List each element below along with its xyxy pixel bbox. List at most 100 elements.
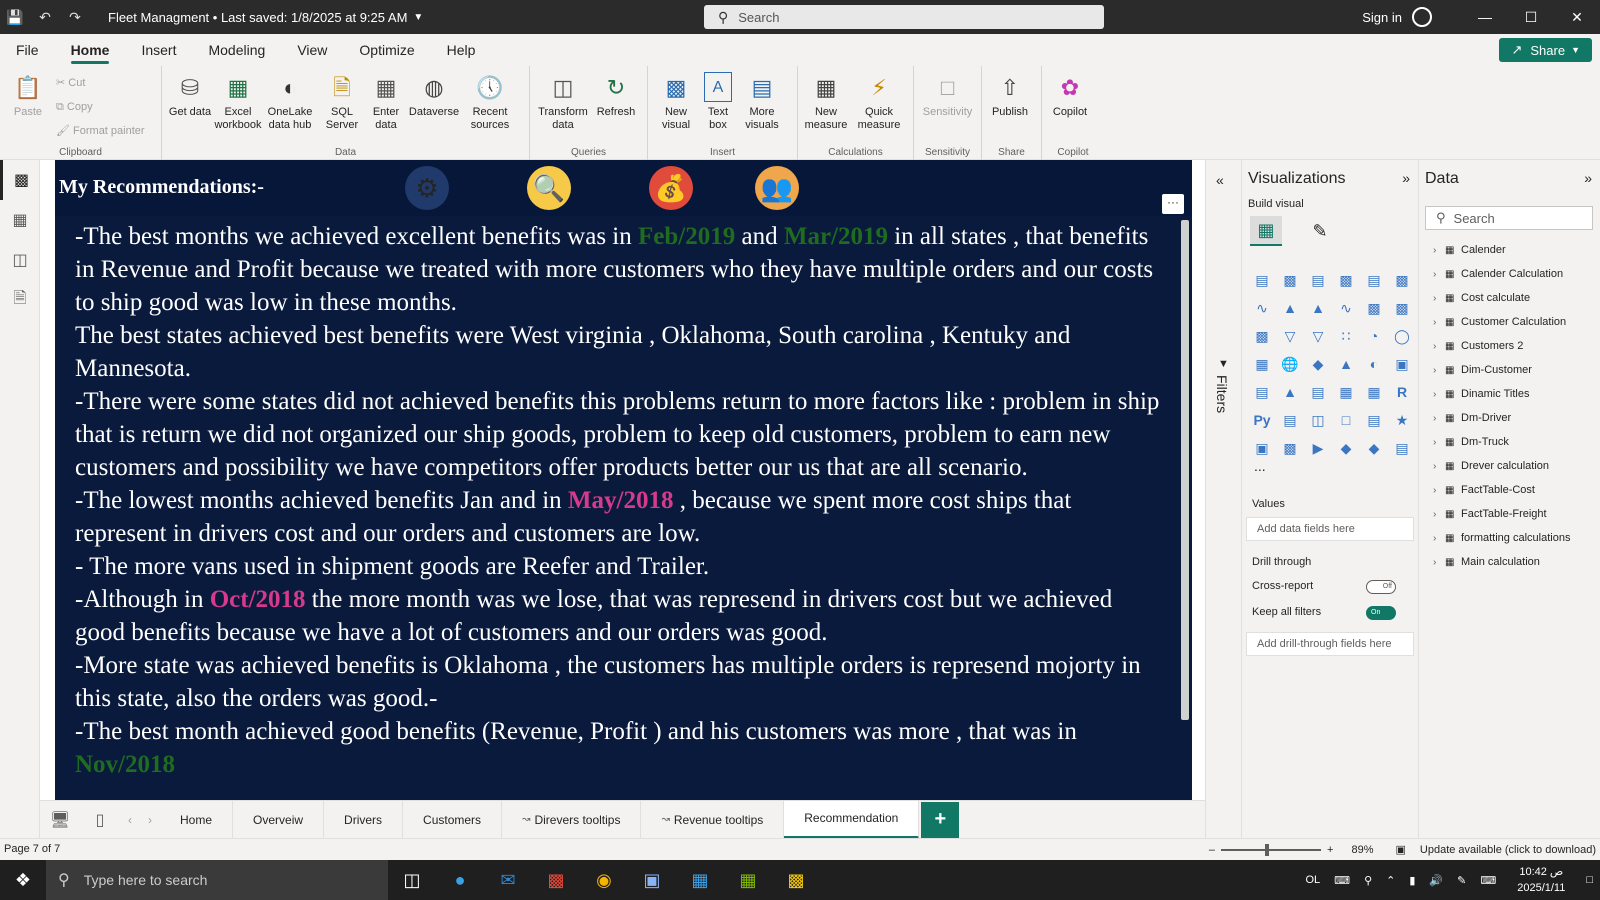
data-table-item[interactable]: › ▦ Cost calculate (1433, 286, 1600, 310)
sign-in-link[interactable]: Sign in (1362, 10, 1402, 25)
power-automate-visual-icon[interactable]: ▶ (1304, 434, 1332, 462)
desktop-layout-icon[interactable]: 🖥 (40, 801, 80, 839)
treemap-visual-icon[interactable]: ▦ (1248, 350, 1276, 378)
filled-map-visual-icon[interactable]: ◆ (1304, 350, 1332, 378)
clustered-column-visual-icon[interactable]: ▩ (1332, 266, 1360, 294)
touch-keyboard-icon[interactable]: ⌨ (1480, 874, 1496, 887)
slicer-visual-icon[interactable]: ▤ (1304, 378, 1332, 406)
keep-all-filters-toggle[interactable]: On (1366, 606, 1396, 620)
chevron-right-icon[interactable]: › (1433, 437, 1445, 448)
edge-browser-icon[interactable]: ● (436, 860, 484, 900)
waterfall-visual-icon[interactable]: ▩ (1248, 322, 1276, 350)
chevron-right-icon[interactable]: › (1433, 461, 1445, 472)
funnel-visual-icon[interactable]: ▽ (1276, 322, 1304, 350)
data-table-item[interactable]: › ▦ Customers 2 (1433, 334, 1600, 358)
power-apps-visual-icon[interactable]: ▩ (1276, 434, 1304, 462)
mail-icon[interactable]: ✉ (484, 860, 532, 900)
tab-modeling[interactable]: Modeling (192, 34, 281, 66)
page-tab-recommendation[interactable]: Recommendation (784, 800, 920, 839)
page-tab-customers[interactable]: Customers (403, 800, 503, 839)
window-title[interactable]: Fleet Managment • Last saved: 1/8/2025 a… (108, 10, 407, 25)
app-icon[interactable]: ▣ (628, 860, 676, 900)
chevron-right-icon[interactable]: › (1433, 365, 1445, 376)
scatter-visual-icon[interactable]: ∷ (1332, 322, 1360, 350)
decomposition-tree-visual-icon[interactable]: ◫ (1304, 406, 1332, 434)
system-clock[interactable]: 10:42 ص 2025/1/11 (1517, 864, 1565, 896)
language-indicator[interactable]: OL (1305, 874, 1320, 886)
navigation-icon[interactable]: ⚙ (405, 166, 449, 210)
chevron-left-icon[interactable]: ‹ (120, 813, 140, 827)
chevron-right-icon[interactable]: › (1433, 389, 1445, 400)
multi-card-visual-icon[interactable]: ▤ (1248, 378, 1276, 406)
r-visual-visual-icon[interactable]: R (1388, 378, 1416, 406)
page-tab-revenue-tooltips[interactable]: ↝ Revenue tooltips (641, 800, 785, 839)
format-painter-button[interactable]: 🖌 Format painter (56, 124, 145, 148)
chevron-right-icon[interactable]: › (1433, 413, 1445, 424)
kpi-visual-icon[interactable]: ▲ (1276, 378, 1304, 406)
chevron-right-icon[interactable]: › (1433, 293, 1445, 304)
search-box[interactable]: ⚲ Search (704, 5, 1104, 29)
table-view-icon[interactable]: ▦ (0, 200, 40, 240)
volume-icon[interactable]: 🔊 (1429, 874, 1443, 887)
chevron-double-right-icon[interactable]: » (1402, 170, 1410, 186)
tab-optimize[interactable]: Optimize (343, 34, 430, 66)
chevron-double-left-icon[interactable]: « (1216, 172, 1224, 188)
model-view-icon[interactable]: ◫ (0, 240, 40, 280)
page-tab-drivers[interactable]: Drivers (324, 800, 404, 839)
100-column-visual-icon[interactable]: ▩ (1388, 266, 1416, 294)
redo-icon[interactable]: ↷ (60, 0, 90, 34)
close-icon[interactable]: ✕ (1554, 9, 1600, 26)
save-icon[interactable]: 💾 (0, 0, 30, 34)
minimize-icon[interactable]: — (1462, 9, 1508, 25)
customers-icon[interactable]: 👥 (755, 166, 799, 210)
100-bar-visual-icon[interactable]: ▤ (1360, 266, 1388, 294)
excel-taskbar-icon[interactable]: ▦ (724, 860, 772, 900)
cross-report-toggle[interactable]: Off (1366, 580, 1396, 594)
mobile-layout-icon[interactable]: ▯ (80, 801, 120, 839)
tab-home[interactable]: Home (55, 34, 126, 66)
line-visual-icon[interactable]: ∿ (1248, 294, 1276, 322)
build-visual-tab[interactable]: ▦ (1250, 216, 1282, 246)
money-bag-icon[interactable]: 💰 (649, 166, 693, 210)
funnel-alt-visual-icon[interactable]: ▽ (1304, 322, 1332, 350)
stacked-bar-visual-icon[interactable]: ▤ (1248, 266, 1276, 294)
zoom-slider[interactable] (1221, 843, 1322, 856)
data-table-item[interactable]: › ▦ Dim-Customer (1433, 358, 1600, 382)
map-visual-icon[interactable]: 🌐 (1276, 350, 1304, 378)
task-view-icon[interactable]: ◫ (388, 860, 436, 900)
add-page-button[interactable]: + (921, 801, 960, 838)
format-visual-tab[interactable]: ✎ (1304, 216, 1336, 246)
chevron-double-right-icon[interactable]: » (1584, 170, 1592, 186)
windows-start-icon[interactable]: ❖ (0, 870, 46, 891)
line-area-visual-icon[interactable]: ∿ (1332, 294, 1360, 322)
update-available-link[interactable]: Update available (click to download) (1420, 844, 1596, 856)
chevron-right-icon[interactable]: › (1433, 245, 1445, 256)
card-visual-icon[interactable]: ▣ (1388, 350, 1416, 378)
undo-icon[interactable]: ↶ (30, 0, 60, 34)
tab-file[interactable]: File (0, 34, 55, 66)
data-table-item[interactable]: › ▦ Calender Calculation (1433, 262, 1600, 286)
stacked-column-visual-icon[interactable]: ▩ (1276, 266, 1304, 294)
zoom-level[interactable]: 89% (1351, 844, 1373, 856)
data-table-item[interactable]: › ▦ Main calculation (1433, 550, 1600, 574)
dax-query-view-icon[interactable]: 🗎 (0, 280, 40, 320)
chevron-right-icon[interactable]: › (140, 813, 160, 827)
filters-pane-collapsed[interactable]: « ▼ Filters (1205, 160, 1241, 840)
chevron-right-icon[interactable]: › (1433, 269, 1445, 280)
power-bi-icon[interactable]: ▩ (772, 860, 820, 900)
gauge-visual-icon[interactable]: ◐ (1360, 350, 1388, 378)
metrics-visual-icon[interactable]: ★ (1388, 406, 1416, 434)
share-button[interactable]: ↗ Share ▼ (1499, 38, 1592, 62)
shape-map-visual-icon[interactable]: ◆ (1360, 434, 1388, 462)
tab-help[interactable]: Help (431, 34, 492, 66)
matrix-visual-icon[interactable]: ▦ (1360, 378, 1388, 406)
people-icon[interactable]: ⚲ (1364, 874, 1372, 887)
chevron-right-icon[interactable]: › (1433, 533, 1445, 544)
tab-view[interactable]: View (281, 34, 343, 66)
drill-through-drop-field[interactable]: Add drill-through fields here (1246, 632, 1414, 656)
narrative-visual-icon[interactable]: ▤ (1360, 406, 1388, 434)
data-table-item[interactable]: › ▦ Dm-Truck (1433, 430, 1600, 454)
recommendations-text-box[interactable]: -The best months we achieved excellent b… (55, 216, 1192, 800)
chrome-browser-icon[interactable]: ◉ (580, 860, 628, 900)
line-column-visual-icon[interactable]: ▩ (1360, 294, 1388, 322)
